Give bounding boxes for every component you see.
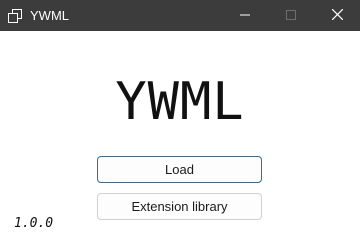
close-button[interactable] (314, 0, 360, 31)
load-button[interactable]: Load (97, 156, 262, 183)
app-window: YWML YWML Load Extension library 1.0.0 (0, 0, 360, 242)
app-logo-text: YWML (115, 72, 245, 132)
minimize-icon (240, 7, 250, 25)
close-icon (331, 7, 343, 25)
extension-library-button[interactable]: Extension library (97, 193, 262, 220)
app-window-icon (8, 9, 22, 23)
maximize-button[interactable] (268, 0, 314, 31)
maximize-icon (286, 7, 296, 25)
version-label: 1.0.0 (14, 216, 54, 231)
title-bar[interactable]: YWML (0, 0, 360, 31)
minimize-button[interactable] (222, 0, 268, 31)
window-title: YWML (30, 8, 69, 23)
